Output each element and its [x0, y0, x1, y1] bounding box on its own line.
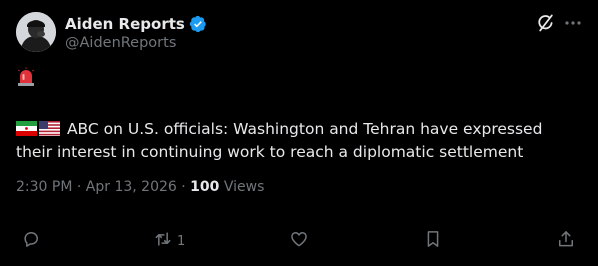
like-button[interactable] — [289, 230, 309, 252]
heart-icon — [289, 229, 309, 253]
views-label: Views — [223, 179, 265, 195]
meta-separator: · — [76, 179, 82, 195]
iran-flag-icon — [16, 120, 37, 136]
repost-count: 1 — [177, 233, 186, 249]
reply-icon — [21, 229, 41, 253]
more-icon[interactable] — [562, 12, 584, 34]
tweet-card: Aiden Reports @AidenReports ABC on U.S. … — [0, 0, 598, 266]
reply-button[interactable] — [21, 230, 41, 252]
avatar[interactable] — [16, 12, 56, 52]
author-name[interactable]: Aiden Reports — [65, 15, 185, 33]
bookmark-button[interactable] — [423, 230, 443, 252]
views-count: 100 — [190, 179, 220, 195]
tweet-time[interactable]: 2:30 PM — [16, 179, 72, 195]
tweet-date[interactable]: Apr 13, 2026 — [86, 179, 177, 195]
tweet-text: ABC on U.S. officials: Washington and Te… — [16, 118, 581, 164]
share-button[interactable] — [556, 230, 576, 252]
tweet-body: ABC on U.S. officials: Washington and Te… — [16, 120, 543, 161]
tweet-meta: 2:30 PM · Apr 13, 2026 · 100 Views — [16, 179, 264, 195]
us-flag-icon — [39, 120, 60, 136]
grok-icon[interactable] — [536, 13, 556, 33]
action-bar: 1 — [0, 228, 598, 254]
bookmark-icon — [423, 229, 443, 253]
meta-separator: · — [181, 179, 186, 195]
repost-icon — [153, 229, 173, 253]
verified-badge-icon — [189, 15, 207, 33]
share-icon — [556, 229, 576, 253]
siren-emoji-icon — [16, 67, 36, 87]
author-handle[interactable]: @AidenReports — [65, 35, 176, 51]
repost-button[interactable]: 1 — [153, 230, 185, 252]
author-name-row: Aiden Reports — [65, 14, 207, 34]
